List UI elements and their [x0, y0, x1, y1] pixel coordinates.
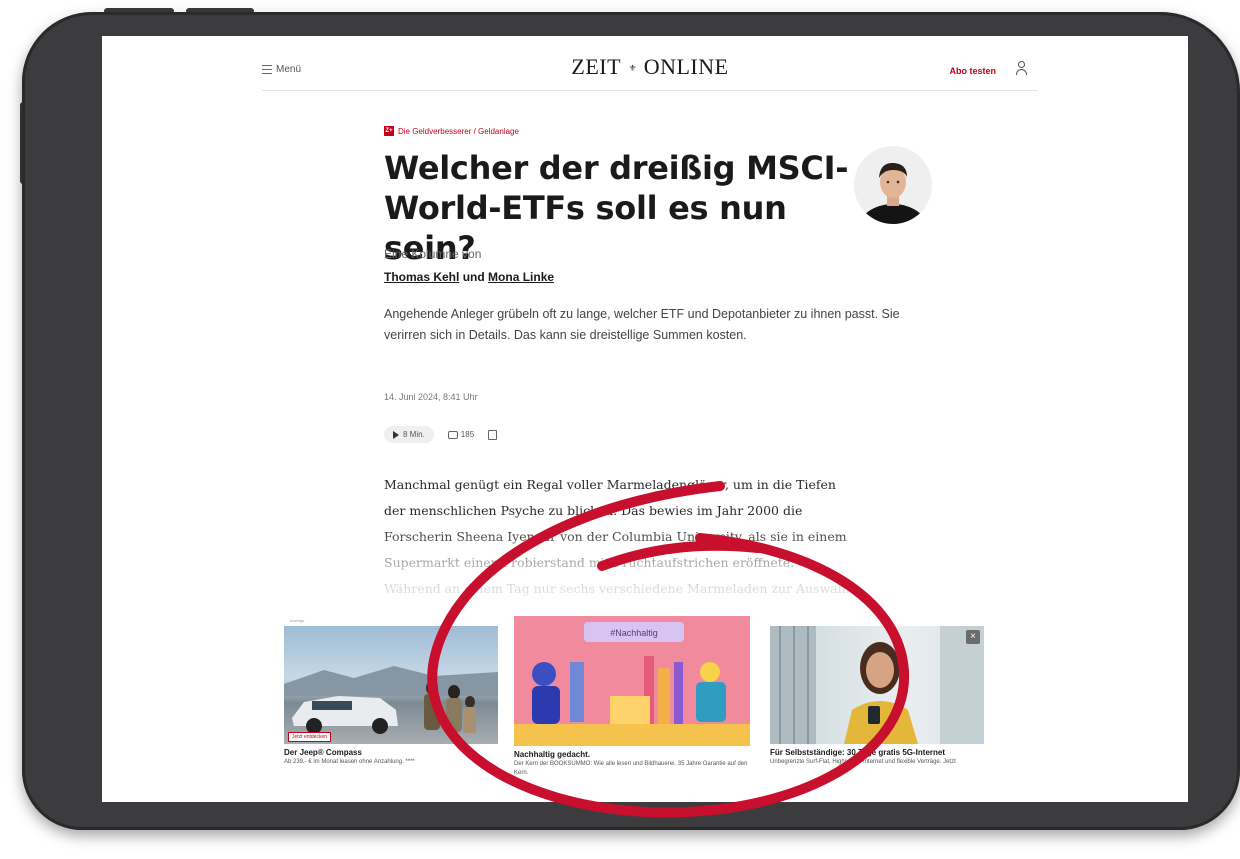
ad-5g-title[interactable]: Für Selbstständige: 30 Tage gratis 5G-In… [770, 748, 984, 757]
article-date: 14. Juni 2024, 8:41 Uhr [384, 392, 478, 402]
ad-nachhaltig-image[interactable]: #Nachhaltig [514, 616, 750, 746]
listen-duration: 8 Min. [403, 430, 425, 439]
body-line: Manchmal genügt ein Regal voller Marmela… [384, 477, 836, 492]
close-icon[interactable]: × [966, 630, 980, 644]
ads-label: Anzeige [290, 618, 305, 623]
ad-5g-internet[interactable]: × Für Selbstständige: 30 Tage gratis 5G-… [770, 626, 984, 767]
zeit-online-logo[interactable]: ZEIT ⚜ ONLINE [262, 54, 1038, 80]
author-link-1[interactable]: Thomas Kehl [384, 270, 459, 284]
ad-jeep-title[interactable]: Der Jeep® Compass [284, 748, 498, 757]
ad-5g-image[interactable]: × [770, 626, 984, 744]
column-label: Eine Kolumne von [384, 247, 482, 261]
body-line: der menschlichen Psyche zu blicken. Das … [384, 503, 803, 518]
ad-nachhaltig[interactable]: #Nachhaltig Nachhaltig gedacht. Der Kern… [514, 616, 750, 778]
article-actions: 8 Min. 185 [384, 426, 498, 443]
ad-jeep-image[interactable]: Jetzt entdecken [284, 626, 498, 744]
kicker-text: Die Geldverbesserer / Geldanlage [398, 126, 519, 136]
body-line: Während an einem Tag nur sechs verschied… [384, 581, 850, 596]
article-authors: Thomas Kehl und Mona Linke [384, 270, 554, 284]
body-line: Supermarkt einen Probierstand mit Frucht… [384, 555, 795, 570]
ad-nachhaltig-banner: #Nachhaltig [610, 628, 658, 638]
play-icon [393, 430, 399, 439]
tablet-frame: Menü ZEIT ⚜ ONLINE Abo testen Z+ Die Gel… [22, 12, 1240, 830]
listen-button[interactable]: 8 Min. [384, 426, 434, 443]
logo-text-left: ZEIT [571, 54, 621, 79]
headline-line-1: Welcher der dreißig MSCI- [384, 149, 849, 187]
ad-jeep-compass[interactable]: Jetzt entdecken Der Jeep® Compass Ab 239… [284, 626, 498, 767]
author-link-2[interactable]: Mona Linke [488, 270, 554, 284]
bookmark-icon[interactable] [488, 429, 498, 440]
tablet-screen: Menü ZEIT ⚜ ONLINE Abo testen Z+ Die Gel… [102, 36, 1188, 802]
ad-jeep-desc: Ab 239,- € im Monat leasen ohne Anzahlun… [284, 759, 415, 765]
author-portrait [854, 146, 932, 224]
abo-testen-link[interactable]: Abo testen [949, 66, 996, 76]
ad-jeep-cta[interactable]: Jetzt entdecken [288, 732, 332, 742]
ad-nachhaltig-desc: Der Kern der BOOKSUMMO: Wie alle lesen u… [514, 761, 748, 776]
ad-nachhaltig-title[interactable]: Nachhaltig gedacht. [514, 750, 750, 759]
article-kicker[interactable]: Z+ Die Geldverbesserer / Geldanlage [384, 126, 519, 136]
site-header: Menü ZEIT ⚜ ONLINE Abo testen [262, 36, 1038, 91]
article-teaser: Angehende Anleger grübeln oft zu lange, … [384, 307, 900, 342]
article-body: Manchmal genügt ein Regal voller Marmela… [384, 472, 944, 602]
comments-button[interactable]: 185 [447, 430, 475, 439]
user-account-icon[interactable] [1014, 61, 1028, 77]
ad-5g-desc: Unbegrenzte Surf-Flat, Highspeed-Interne… [770, 759, 956, 765]
body-line: Forscherin Sheena Iyengar von der Columb… [384, 529, 847, 544]
z-plus-badge: Z+ [384, 126, 394, 136]
author-join: und [462, 270, 485, 284]
comment-count: 185 [460, 430, 475, 439]
comment-bubble-icon [447, 430, 458, 439]
logo-emblem-icon: ⚜ [628, 63, 637, 74]
logo-text-right: ONLINE [643, 54, 729, 79]
